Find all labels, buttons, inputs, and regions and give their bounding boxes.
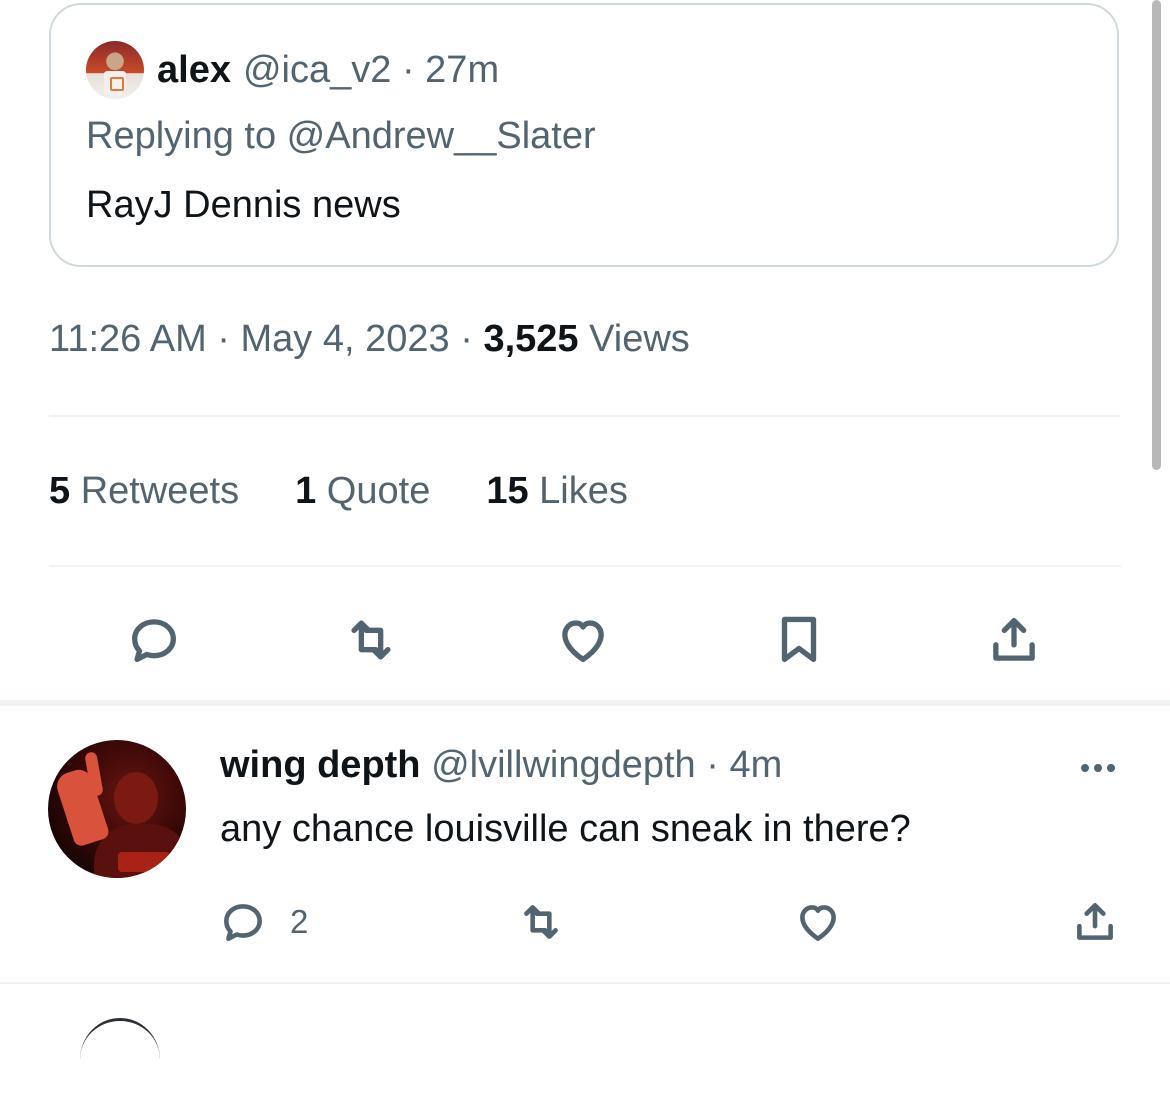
reply-like-button[interactable] — [793, 892, 843, 952]
retweets-stat[interactable]: 5 Retweets — [49, 470, 239, 513]
like-button[interactable] — [543, 600, 623, 680]
stat-label: Quote — [316, 470, 431, 512]
tweet-date[interactable]: May 4, 2023 — [241, 318, 450, 360]
quoted-handle-text[interactable]: @ica_v2 — [243, 49, 391, 91]
stat-label: Retweets — [70, 470, 240, 512]
quoted-author-name[interactable]: alex — [157, 49, 231, 92]
divider — [49, 415, 1121, 417]
replying-to-line: Replying to @Andrew__Slater — [86, 115, 596, 158]
engagement-stats: 5 Retweets 1 Quote 15 Likes — [49, 470, 628, 513]
like-icon — [800, 905, 836, 941]
reply-author-name[interactable]: wing depth — [220, 744, 421, 786]
share-button[interactable] — [974, 600, 1054, 680]
likes-stat[interactable]: 15 Likes — [486, 470, 628, 513]
replying-to-handle[interactable]: @Andrew__Slater — [287, 115, 596, 157]
share-icon — [1077, 903, 1113, 940]
section-divider — [0, 700, 1170, 706]
quotes-stat[interactable]: 1 Quote — [295, 470, 430, 513]
separator-dot: · — [401, 48, 415, 91]
reply-button[interactable] — [114, 600, 194, 680]
tweet-time[interactable]: 11:26 AM — [49, 318, 207, 360]
reply-header: wing depth @lvillwingdepth · 4m — [220, 744, 782, 787]
avatar-figure-hand — [53, 766, 111, 848]
retweet-button[interactable] — [331, 600, 411, 680]
bookmark-icon — [781, 616, 817, 662]
dot — [1081, 764, 1089, 772]
quoted-tweet-card[interactable]: alex @ica_v2 · 27m Replying to @Andrew__… — [49, 3, 1119, 267]
reply-icon — [224, 904, 262, 941]
bookmark-button[interactable] — [759, 600, 839, 680]
replying-to-label: Replying to — [86, 115, 287, 157]
reply-icon — [132, 619, 176, 662]
like-icon — [562, 620, 604, 662]
reply-time-ago[interactable]: 4m — [729, 744, 782, 786]
scrollbar[interactable] — [1152, 0, 1161, 470]
more-options-icon[interactable] — [1070, 748, 1126, 788]
separator-dot: · — [706, 744, 719, 786]
reply-reply-button[interactable]: 2 — [218, 892, 308, 952]
dot — [1107, 764, 1115, 772]
jersey-number-graphic — [110, 77, 124, 91]
separator-dot: · — [460, 318, 473, 360]
quoted-author-handle: @ica_v2 · 27m — [243, 49, 499, 92]
share-icon — [993, 618, 1035, 661]
quoted-time-ago: 27m — [425, 48, 500, 91]
quoted-tweet-text: RayJ Dennis news — [86, 184, 401, 226]
views-count: 3,525 — [483, 318, 579, 360]
retweet-icon — [351, 620, 391, 660]
avatar-figure-shirt — [118, 852, 170, 872]
reply-count: 2 — [290, 903, 309, 940]
reply-text: any chance louisville can sneak in there… — [220, 808, 911, 850]
reply-share-button[interactable] — [1070, 892, 1120, 952]
stat-count: 5 — [49, 470, 71, 512]
tweet-action-bar — [0, 600, 1170, 680]
tweet-meta-line: 11:26 AM · May 4, 2023 · 3,525 Views — [49, 318, 690, 361]
divider — [49, 565, 1121, 567]
divider — [0, 982, 1170, 984]
views-label: Views — [578, 318, 690, 360]
next-tweet-avatar[interactable] — [80, 1018, 160, 1101]
retweet-icon — [524, 905, 558, 939]
stat-count: 15 — [486, 470, 529, 512]
quoted-tweet-header: alex @ica_v2 · 27m — [86, 41, 499, 99]
dot — [1094, 764, 1102, 772]
avatar-figure-head — [114, 772, 158, 824]
reply-author-avatar[interactable] — [48, 740, 186, 878]
stat-count: 1 — [295, 470, 317, 512]
separator-dot: · — [217, 318, 230, 360]
quoted-author-avatar[interactable] — [86, 41, 144, 99]
stat-label: Likes — [528, 470, 628, 512]
reply-retweet-button[interactable] — [516, 892, 566, 952]
reply-author-handle[interactable]: @lvillwingdepth — [431, 744, 696, 786]
